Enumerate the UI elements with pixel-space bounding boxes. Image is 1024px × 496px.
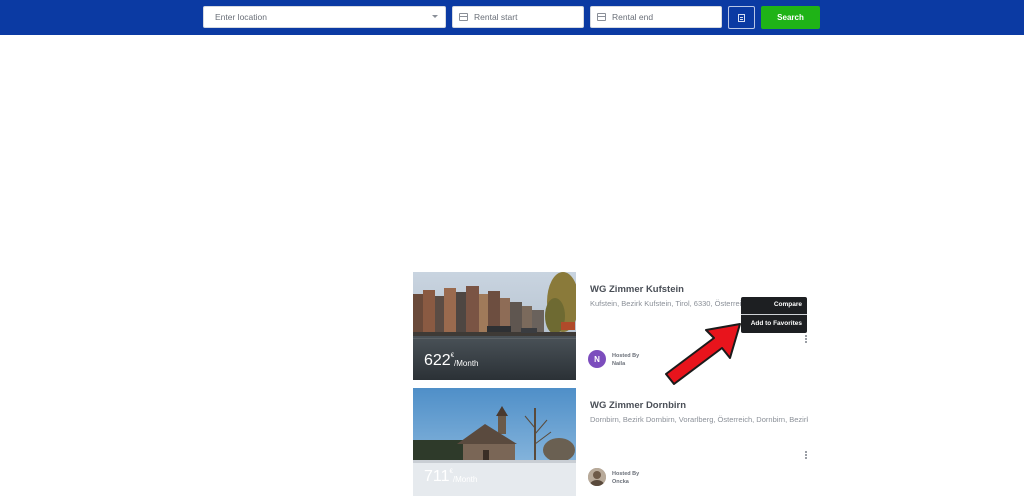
- rental-start-placeholder: Rental start: [474, 12, 518, 22]
- location-input[interactable]: Enter location: [203, 6, 446, 28]
- host-name: Naila: [612, 361, 626, 367]
- listing-card[interactable]: 711 € /Month WG Zimmer Dornbirn Dornbirn…: [413, 388, 813, 496]
- hosted-by-label: Hosted By: [612, 471, 640, 477]
- listing-photo[interactable]: 711 € /Month: [413, 388, 576, 496]
- host-info: Hosted By Oncka: [612, 470, 639, 486]
- compare-menu-item[interactable]: Compare: [774, 301, 802, 308]
- listing-context-menu: Compare Add to Favorites: [741, 297, 807, 333]
- host-name: Oncka: [612, 479, 629, 485]
- avatar: [588, 468, 606, 486]
- calendar-icon: [597, 13, 606, 21]
- add-to-favorites-menu-item[interactable]: Add to Favorites: [751, 320, 802, 327]
- location-placeholder: Enter location: [215, 12, 267, 22]
- avatar-photo: [588, 468, 606, 486]
- red-arrow-icon: [665, 323, 741, 385]
- more-options-icon[interactable]: [805, 335, 807, 344]
- listing-photo[interactable]: 622 € /Month: [413, 272, 576, 380]
- price-amount: 622: [424, 352, 451, 369]
- filter-button[interactable]: [728, 6, 755, 29]
- listing-price: 622 € /Month: [424, 352, 479, 370]
- rental-end-placeholder: Rental end: [612, 12, 654, 22]
- more-options-icon[interactable]: [805, 451, 807, 460]
- hosted-by-label: Hosted By: [612, 353, 640, 359]
- rental-end-input[interactable]: Rental end: [590, 6, 722, 28]
- filter-icon: [738, 13, 745, 22]
- listing-title[interactable]: WG Zimmer Kufstein: [590, 284, 684, 295]
- avatar: N: [588, 350, 606, 368]
- chevron-down-icon[interactable]: [432, 15, 438, 18]
- price-period: /Month: [452, 475, 478, 484]
- listing-title[interactable]: WG Zimmer Dornbirn: [590, 400, 686, 411]
- search-button[interactable]: Search: [761, 6, 820, 29]
- top-search-bar: Enter location Rental start Rental end S…: [0, 0, 1024, 35]
- price-amount: 711: [424, 468, 450, 485]
- avatar-initial: N: [594, 354, 600, 364]
- rental-start-input[interactable]: Rental start: [452, 6, 584, 28]
- price-period: /Month: [454, 359, 479, 368]
- listing-address: Dornbirn, Bezirk Dornbirn, Vorarlberg, Ö…: [590, 415, 808, 424]
- host-info: Hosted By Naila: [612, 352, 639, 368]
- menu-divider: [741, 314, 807, 315]
- calendar-icon: [459, 13, 468, 21]
- listing-price: 711 € /Month: [424, 468, 477, 486]
